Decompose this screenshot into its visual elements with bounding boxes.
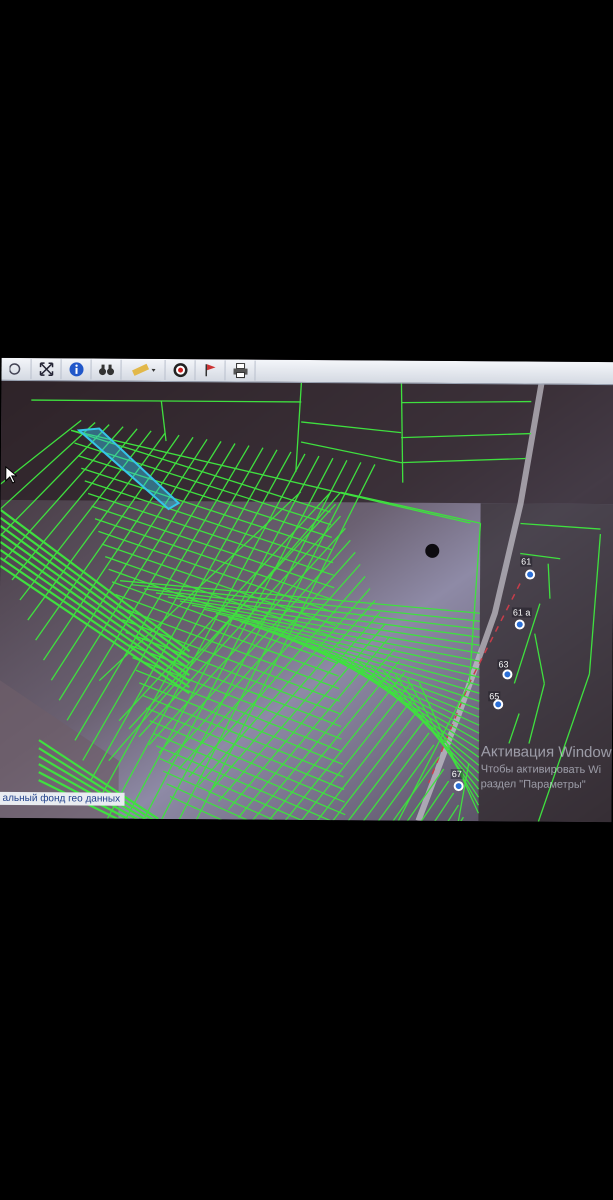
zoom-extent-icon — [8, 363, 20, 375]
info-button[interactable] — [61, 359, 92, 380]
monitor-screen: 61 61 а 63 65 67 альный фонд гео данных … — [0, 357, 613, 823]
activation-line1: Чтобы активировать Wi — [480, 763, 602, 777]
building-marker[interactable] — [502, 669, 513, 680]
plot-label[interactable]: 67 — [450, 769, 463, 780]
windows-activation-watermark: Активация Window Чтобы активировать Wi р… — [481, 743, 612, 791]
zoom-extent-button[interactable] — [1, 358, 32, 380]
building-marker[interactable] — [493, 699, 504, 710]
fullscreen-icon — [39, 362, 53, 376]
target-button[interactable] — [165, 360, 196, 381]
info-icon — [69, 362, 84, 377]
binoculars-icon — [98, 364, 114, 376]
ruler-button[interactable] — [121, 359, 166, 381]
fullscreen-button[interactable] — [31, 359, 62, 380]
building-marker[interactable] — [525, 569, 536, 580]
ruler-icon — [131, 363, 156, 376]
building-marker[interactable] — [514, 619, 525, 630]
data-source-label: альный фонд гео данных — [0, 791, 125, 806]
plot-label[interactable]: 61 — [520, 556, 533, 567]
activation-line2: раздел "Параметры" — [480, 778, 586, 791]
plot-label[interactable]: 61 а — [511, 607, 532, 618]
binoculars-button[interactable] — [91, 359, 122, 380]
map-toolbar — [1, 357, 613, 386]
mouse-cursor-icon — [5, 465, 17, 484]
plot-label[interactable]: 63 — [497, 659, 510, 670]
print-icon — [233, 362, 248, 379]
print-button[interactable] — [225, 360, 256, 381]
building-marker[interactable] — [453, 781, 464, 792]
flag-button[interactable] — [195, 360, 226, 381]
activation-title: Активация Window — [480, 743, 612, 762]
target-icon — [173, 363, 188, 378]
flag-icon — [204, 364, 216, 377]
